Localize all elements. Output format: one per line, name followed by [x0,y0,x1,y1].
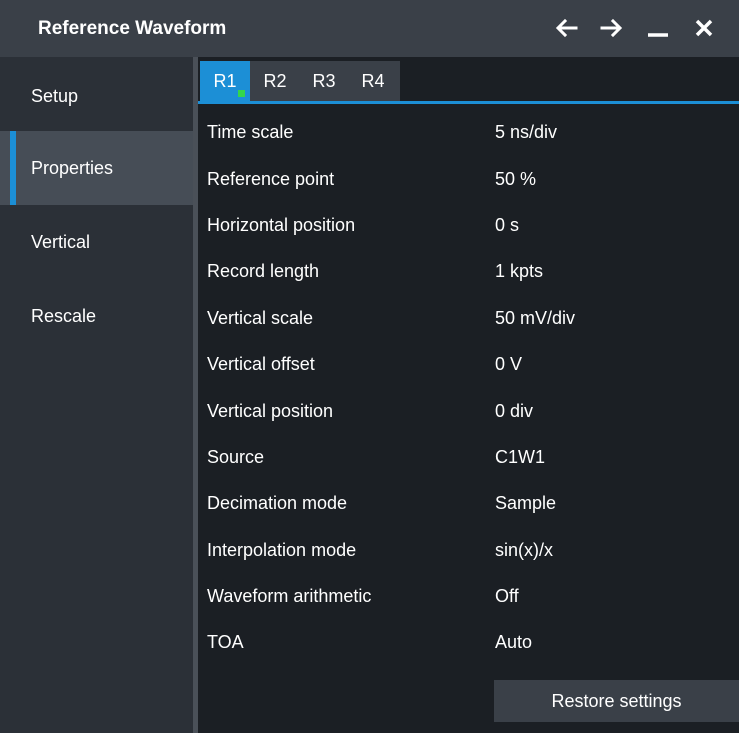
tab-strip: R1 R2 R3 R4 [198,57,739,102]
property-value[interactable]: 50 % [495,156,536,202]
active-source-indicator [238,90,245,97]
sidebar: Setup Properties Vertical Rescale [0,57,193,733]
property-value[interactable]: Auto [495,619,532,665]
reference-waveform-dialog: Reference Waveform Setup Properties Vert… [0,0,739,733]
minimize-button[interactable] [640,10,676,46]
property-label: Waveform arithmetic [207,586,372,606]
tab-label: R3 [312,71,336,91]
property-row-decimation-mode: Decimation mode Sample [198,480,739,526]
arrow-right-icon [600,18,623,38]
property-label: Vertical offset [207,354,315,374]
sidebar-item-label: Rescale [31,306,97,326]
arrow-left-icon [555,18,578,38]
property-label: Reference point [207,169,335,189]
property-value[interactable]: 0 V [495,341,522,387]
close-button[interactable] [686,10,722,46]
property-value[interactable]: 50 mV/div [495,295,575,341]
property-row-interpolation-mode: Interpolation mode sin(x)/x [198,527,739,573]
property-label: Source [207,447,265,467]
property-row-vertical-scale: Vertical scale 50 mV/div [198,295,739,341]
property-row-reference-point: Reference point 50 % [198,156,739,202]
restore-settings-button[interactable]: Restore settings [494,680,739,722]
property-row-vertical-offset: Vertical offset 0 V [198,341,739,387]
title-bar: Reference Waveform [0,0,739,57]
tab-r1[interactable]: R1 [200,61,250,101]
tab-r3[interactable]: R3 [300,61,348,101]
property-value[interactable]: Sample [495,480,556,526]
property-row-horizontal-position: Horizontal position 0 s [198,202,739,248]
property-label: Decimation mode [207,493,348,513]
active-indicator [10,131,16,205]
property-value[interactable]: 0 s [495,202,519,248]
dialog-title: Reference Waveform [38,18,227,39]
close-icon [695,19,713,37]
property-value[interactable]: 5 ns/div [495,109,557,155]
tab-label: R4 [361,71,385,91]
tab-label: R1 [213,71,237,91]
property-value[interactable]: Off [495,573,519,619]
property-row-vertical-position: Vertical position 0 div [198,388,739,434]
tab-r2[interactable]: R2 [250,61,300,101]
property-row-record-length: Record length 1 kpts [198,248,739,294]
property-label: Vertical scale [207,308,314,328]
sidebar-item-properties[interactable]: Properties [0,131,193,205]
sidebar-item-label: Setup [31,86,79,106]
property-label: Record length [207,261,320,281]
minimize-icon [648,33,668,37]
property-value[interactable]: C1W1 [495,434,545,480]
property-value[interactable]: sin(x)/x [495,527,553,573]
back-button[interactable] [548,10,584,46]
property-label: Interpolation mode [207,540,357,560]
property-row-waveform-arithmetic: Waveform arithmetic Off [198,573,739,619]
property-row-time-scale: Time scale 5 ns/div [198,109,739,155]
property-value[interactable]: 1 kpts [495,248,543,294]
tab-r4[interactable]: R4 [348,61,398,101]
property-row-toa: TOA Auto [198,619,739,665]
sidebar-item-rescale[interactable]: Rescale [0,279,193,353]
property-value[interactable]: 0 div [495,388,533,434]
properties-panel: Time scale 5 ns/div Reference point 50 %… [198,104,739,733]
property-row-source: Source C1W1 [198,434,739,480]
sidebar-item-setup[interactable]: Setup [0,59,193,133]
tab-label: R2 [263,71,287,91]
property-label: Time scale [207,122,294,142]
forward-button[interactable] [594,10,630,46]
property-label: Vertical position [207,401,334,421]
sidebar-item-label: Properties [31,158,114,178]
sidebar-item-vertical[interactable]: Vertical [0,205,193,279]
property-label: TOA [207,632,244,652]
property-label: Horizontal position [207,215,356,235]
sidebar-item-label: Vertical [31,232,91,252]
